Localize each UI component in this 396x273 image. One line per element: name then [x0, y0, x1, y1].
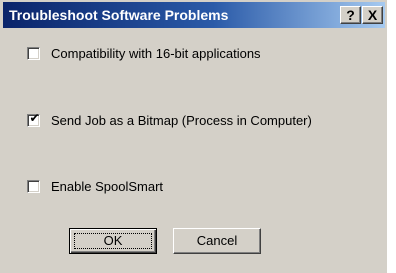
help-button[interactable]: ?: [340, 6, 361, 24]
troubleshoot-dialog: Troubleshoot Software Problems ? X Compa…: [0, 0, 387, 273]
send-job-bitmap-checkbox[interactable]: ✔: [27, 110, 40, 127]
title-bar[interactable]: Troubleshoot Software Problems ? X: [3, 2, 385, 28]
enable-spoolsmart-label[interactable]: Enable SpoolSmart: [51, 179, 163, 194]
ok-button-label: OK: [103, 233, 123, 248]
send-job-bitmap-label[interactable]: Send Job as a Bitmap (Process in Compute…: [51, 113, 312, 128]
enable-spoolsmart-checkbox[interactable]: [27, 179, 40, 193]
window-title: Troubleshoot Software Problems: [9, 7, 229, 23]
check-mark-icon: ✔: [29, 110, 40, 125]
compatibility-16bit-checkbox[interactable]: [27, 46, 40, 60]
compatibility-16bit-label[interactable]: Compatibility with 16-bit applications: [51, 46, 261, 61]
close-button[interactable]: X: [362, 6, 383, 24]
enable-spoolsmart-option[interactable]: Enable SpoolSmart: [27, 177, 163, 195]
cancel-button[interactable]: Cancel: [173, 228, 261, 254]
send-job-bitmap-option[interactable]: ✔ Send Job as a Bitmap (Process in Compu…: [27, 111, 312, 129]
ok-button[interactable]: OK: [69, 228, 157, 254]
compatibility-16bit-option[interactable]: Compatibility with 16-bit applications: [27, 44, 261, 62]
